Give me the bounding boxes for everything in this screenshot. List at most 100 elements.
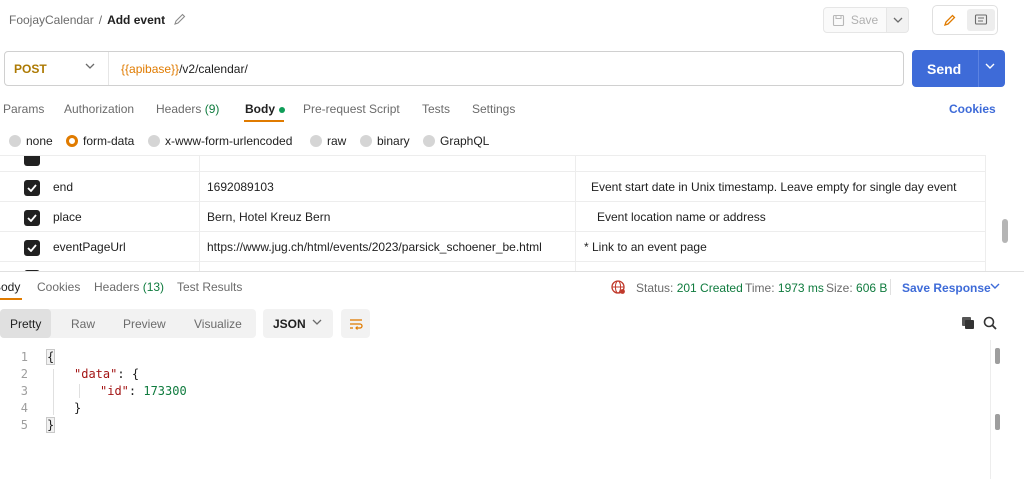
mode-raw[interactable]: Raw (71, 309, 95, 338)
radio-urlencoded[interactable]: x-www-form-urlencoded (148, 134, 292, 148)
row-checkbox[interactable] (24, 210, 40, 226)
body-indicator-dot (279, 106, 285, 113)
pane-divider[interactable] (0, 271, 1024, 272)
time-readout: Time: 1973 ms (745, 281, 824, 295)
method-select[interactable]: POST (5, 52, 109, 85)
json-close-brace: } (45, 417, 56, 433)
tab-headers[interactable]: Headers (9) (156, 102, 219, 116)
radio-binary[interactable]: binary (360, 134, 410, 148)
send-button[interactable]: Send (912, 50, 1005, 87)
table-row (0, 156, 986, 172)
tab-test-results-label: Test Results (177, 280, 243, 294)
row-description[interactable]: * Link to an event page (584, 232, 981, 262)
edit-mode-button[interactable] (937, 9, 963, 31)
tab-settings[interactable]: Settings (472, 102, 515, 116)
line-number: 5 (20, 418, 28, 432)
save-button-label: Save (850, 13, 879, 27)
row-value[interactable]: 1692089103 (207, 172, 569, 202)
status-value[interactable]: 201 Created (677, 281, 743, 295)
tab-response-cookies-label: Cookies (37, 280, 81, 294)
breadcrumb-collection[interactable]: FoojayCalendar (9, 13, 94, 27)
mode-preview[interactable]: Preview (123, 309, 166, 338)
row-key[interactable]: place (53, 202, 193, 232)
save-button[interactable]: Save (823, 7, 887, 33)
search-icon[interactable] (982, 315, 998, 331)
url-input[interactable]: {{apibase}}/v2/calendar/ (121, 62, 248, 76)
format-select[interactable]: JSON (263, 309, 333, 338)
meta-divider (890, 279, 891, 295)
tab-pre-request-script[interactable]: Pre-request Script (303, 102, 400, 116)
radio-urlencoded-label: x-www-form-urlencoded (165, 134, 293, 148)
chevron-down-icon (893, 17, 902, 23)
code-line: } (74, 401, 81, 415)
tab-pre-request-label: Pre-request Script (303, 102, 400, 116)
tab-response-headers[interactable]: Headers (13) (94, 280, 164, 294)
code-scrollbar-marker[interactable] (995, 414, 1000, 430)
tab-response-cookies[interactable]: Cookies (37, 280, 80, 294)
tab-response-headers-label: Headers (94, 280, 140, 294)
row-value[interactable]: https://www.jug.ch/html/events/2023/pars… (207, 232, 569, 262)
row-checkbox[interactable] (24, 240, 40, 256)
status-readout: Status: 201 Created (636, 281, 743, 295)
globe-icon[interactable] (610, 279, 626, 295)
mode-pretty[interactable]: Pretty (0, 309, 52, 338)
row-key[interactable]: end (53, 172, 193, 202)
chevron-down-icon[interactable] (985, 63, 995, 69)
copy-icon[interactable] (960, 315, 976, 331)
tab-test-results[interactable]: Test Results (177, 280, 242, 294)
row-value[interactable]: Bern, Hotel Kreuz Bern (207, 202, 569, 232)
check-icon (27, 184, 37, 192)
radio-form-data[interactable]: form-data (66, 134, 134, 148)
row-description[interactable]: Event start date in Unix timestamp. Leav… (591, 172, 981, 202)
radio-raw[interactable]: raw (310, 134, 346, 148)
radio-dot (423, 135, 435, 147)
json-colon: : (117, 367, 132, 381)
pencil-icon (943, 14, 956, 27)
radio-graphql[interactable]: GraphQL (423, 134, 489, 148)
breadcrumb: FoojayCalendar / Add event (9, 13, 165, 27)
tab-response-headers-count: (13) (142, 280, 165, 294)
tab-authorization[interactable]: Authorization (64, 102, 134, 116)
response-code-view[interactable]: 1 2 3 4 5 { "data": { "id": 173300 } } (0, 346, 990, 479)
row-description[interactable]: Event location name or address (597, 202, 981, 232)
top-bar: FoojayCalendar / Add event Save (0, 0, 1024, 40)
cookies-link[interactable]: Cookies (949, 102, 996, 116)
radio-dot (310, 135, 322, 147)
editor-edge (990, 340, 991, 479)
radio-binary-label: binary (377, 134, 410, 148)
size-label: Size: (826, 281, 853, 295)
size-readout: Size: 606 B (826, 281, 887, 295)
active-tab-underline (0, 298, 22, 300)
row-checkbox[interactable] (24, 180, 40, 196)
tab-params-label: Params (3, 102, 45, 116)
tab-body[interactable]: Body (245, 102, 285, 116)
json-key: "id" (100, 384, 129, 398)
url-path: /v2/calendar/ (179, 62, 248, 76)
mode-visualize[interactable]: Visualize (194, 309, 242, 338)
save-response-button[interactable]: Save Response (902, 281, 991, 295)
tab-params[interactable]: Params (3, 102, 44, 116)
line-number: 1 (20, 350, 28, 364)
table-row: eventPageUrl https://www.jug.ch/html/eve… (0, 232, 986, 262)
save-options-button[interactable] (887, 7, 909, 33)
pencil-icon[interactable] (173, 12, 187, 26)
radio-form-data-label: form-data (83, 134, 135, 148)
breadcrumb-request[interactable]: Add event (107, 13, 165, 27)
tab-response-body[interactable]: Body (0, 280, 20, 294)
breadcrumb-separator: / (98, 13, 103, 27)
code-scrollbar-marker[interactable] (995, 348, 1000, 364)
time-value[interactable]: 1973 ms (778, 281, 824, 295)
wrap-lines-button[interactable] (341, 309, 370, 338)
documentation-mode-button[interactable] (967, 9, 995, 31)
radio-dot (148, 135, 160, 147)
tab-headers-label: Headers (156, 102, 202, 116)
chevron-down-icon[interactable] (990, 283, 1000, 289)
size-value[interactable]: 606 B (856, 281, 887, 295)
row-key[interactable]: eventPageUrl (53, 232, 193, 262)
row-checkbox[interactable] (24, 156, 40, 166)
radio-none[interactable]: none (9, 134, 53, 148)
table-scrollbar[interactable] (1002, 219, 1008, 243)
tab-tests[interactable]: Tests (422, 102, 450, 116)
active-tab-underline (244, 120, 284, 122)
url-variable: {{apibase}} (121, 62, 180, 76)
